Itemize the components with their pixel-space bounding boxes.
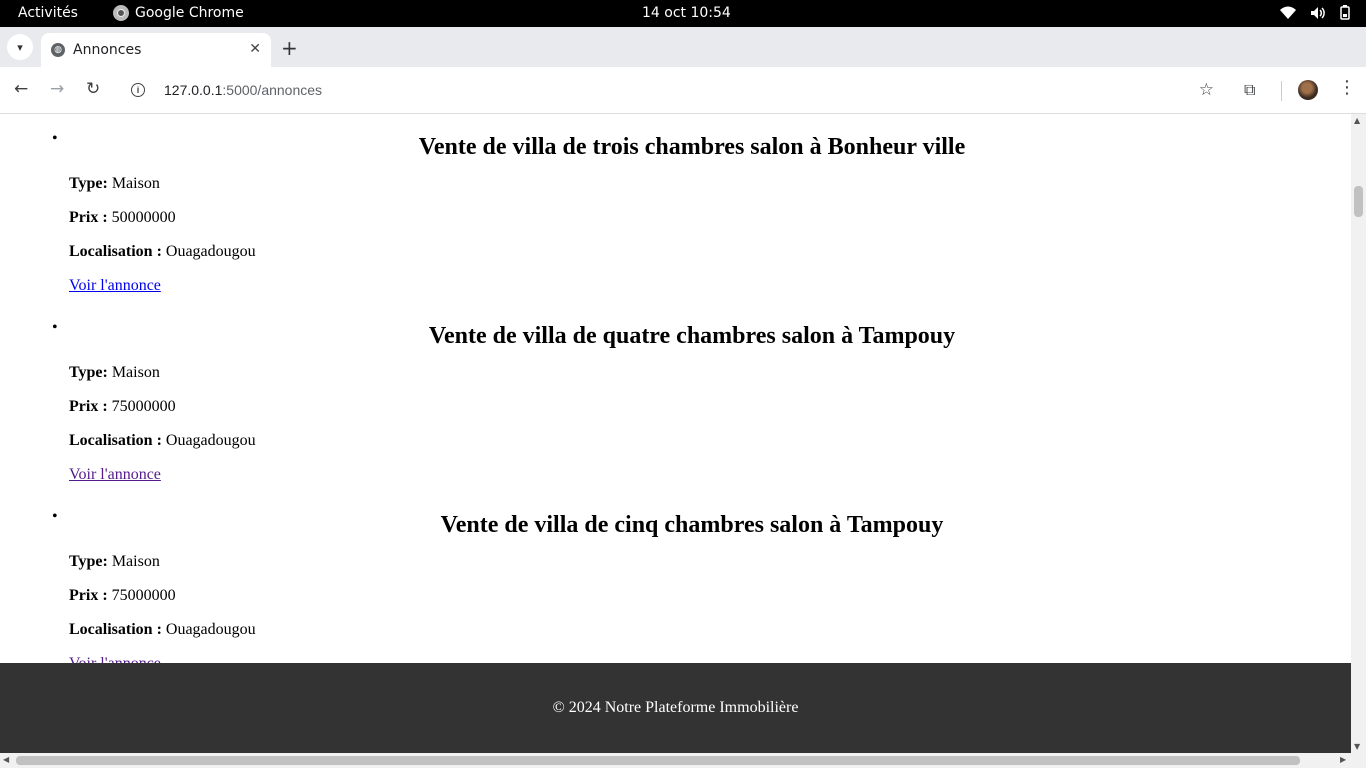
- type-label: Type:: [69, 364, 108, 381]
- more-vert-icon[interactable]: ⋮: [1338, 77, 1356, 98]
- star-icon[interactable]: ☆: [1199, 80, 1214, 100]
- listing-type: Type: Maison: [69, 364, 1315, 382]
- extensions-icon[interactable]: ⧉: [1244, 80, 1255, 100]
- location-label: Localisation :: [69, 432, 162, 449]
- scroll-down-icon[interactable]: ▼: [1354, 742, 1360, 751]
- listing-title: Vente de villa de trois chambres salon à…: [418, 134, 966, 160]
- url-path: :5000/annonces: [222, 82, 323, 98]
- price-label: Prix :: [69, 398, 108, 415]
- price-label: Prix :: [69, 587, 108, 604]
- plus-icon[interactable]: +: [281, 36, 298, 60]
- app-menu[interactable]: Google Chrome: [113, 5, 244, 21]
- location-value: Ouagadougou: [165, 432, 256, 449]
- back-icon[interactable]: ←: [14, 79, 28, 99]
- listing-type: Type: Maison: [69, 175, 1315, 193]
- page-footer: © 2024 Notre Plateforme Immobilière: [0, 663, 1351, 753]
- activities-button[interactable]: Activités: [18, 5, 78, 21]
- wifi-icon: [1280, 6, 1296, 19]
- app-name: Google Chrome: [135, 5, 244, 21]
- location-label: Localisation :: [69, 243, 162, 260]
- listing-type: Type: Maison: [69, 553, 1315, 571]
- listing-location: Localisation : Ouagadougou: [69, 243, 1315, 261]
- bullet: •: [52, 130, 58, 147]
- location-value: Ouagadougou: [165, 621, 256, 638]
- toolbar-divider: [1281, 81, 1282, 101]
- price-label: Prix :: [69, 209, 108, 226]
- location-value: Ouagadougou: [165, 243, 256, 260]
- close-icon[interactable]: ✕: [249, 41, 261, 57]
- listing-price: Prix : 75000000: [69, 587, 1315, 605]
- listing-location: Localisation : Ouagadougou: [69, 621, 1315, 639]
- vertical-scroll-thumb[interactable]: [1354, 186, 1363, 217]
- chrome-icon: [113, 5, 129, 21]
- type-label: Type:: [69, 553, 108, 570]
- tab-search-button[interactable]: ▾: [7, 34, 33, 60]
- price-value: 75000000: [111, 587, 176, 604]
- location-label: Localisation :: [69, 621, 162, 638]
- address-bar[interactable]: i 127.0.0.1 :5000/annonces ☆: [120, 73, 1230, 107]
- horizontal-scroll-thumb[interactable]: [16, 756, 1300, 765]
- listing-title: Vente de villa de cinq chambres salon à …: [440, 512, 944, 538]
- scroll-left-icon[interactable]: ◀: [3, 755, 9, 764]
- listing-price: Prix : 50000000: [69, 209, 1315, 227]
- type-label: Type:: [69, 175, 108, 192]
- listings-list: • Vente de villa de trois chambres salon…: [0, 114, 1351, 663]
- reload-icon[interactable]: ↻: [86, 79, 100, 99]
- type-value: Maison: [111, 553, 160, 570]
- tab-strip: ▾ ◍ Annonces ✕ +: [0, 27, 1366, 67]
- clock[interactable]: 14 oct 10:54: [642, 5, 731, 21]
- bullet: •: [52, 508, 58, 525]
- list-item: • Vente de villa de trois chambres salon…: [52, 114, 1315, 303]
- info-icon[interactable]: i: [131, 83, 145, 97]
- view-listing-link[interactable]: Voir l'annonce: [69, 466, 161, 484]
- volume-icon: [1311, 6, 1325, 19]
- footer-copyright: © 2024 Notre Plateforme Immobilière: [552, 699, 799, 716]
- view-listing-link[interactable]: Voir l'annonce: [69, 277, 161, 295]
- system-tray[interactable]: [1280, 5, 1350, 20]
- browser-toolbar: ← → ↻ i 127.0.0.1 :5000/annonces ☆ ⧉ ⋮: [0, 67, 1366, 114]
- forward-icon[interactable]: →: [50, 79, 64, 99]
- globe-icon: ◍: [51, 43, 65, 57]
- listing-title: Vente de villa de quatre chambres salon …: [428, 323, 956, 349]
- battery-icon: [1340, 5, 1350, 20]
- list-item: • Vente de villa de cinq chambres salon …: [52, 492, 1315, 663]
- scroll-right-icon[interactable]: ▶: [1340, 755, 1346, 764]
- avatar[interactable]: [1298, 80, 1318, 100]
- listing-price: Prix : 75000000: [69, 398, 1315, 416]
- vertical-scrollbar[interactable]: ▲ ▼: [1351, 114, 1366, 753]
- price-value: 75000000: [111, 398, 176, 415]
- tab-annonces[interactable]: ◍ Annonces ✕: [41, 33, 271, 67]
- list-item: • Vente de villa de quatre chambres salo…: [52, 303, 1315, 492]
- page-viewport: • Vente de villa de trois chambres salon…: [0, 114, 1351, 663]
- listing-location: Localisation : Ouagadougou: [69, 432, 1315, 450]
- tab-title: Annonces: [73, 42, 142, 58]
- chevron-down-icon: ▾: [17, 40, 23, 54]
- type-value: Maison: [111, 364, 160, 381]
- horizontal-scrollbar[interactable]: ◀ ▶: [0, 753, 1366, 768]
- scroll-up-icon[interactable]: ▲: [1354, 116, 1360, 125]
- price-value: 50000000: [111, 209, 176, 226]
- bullet: •: [52, 319, 58, 336]
- type-value: Maison: [111, 175, 160, 192]
- system-top-bar: Activités Google Chrome 14 oct 10:54: [0, 0, 1366, 27]
- view-listing-link[interactable]: Voir l'annonce: [69, 655, 161, 663]
- url-host: 127.0.0.1: [164, 82, 223, 98]
